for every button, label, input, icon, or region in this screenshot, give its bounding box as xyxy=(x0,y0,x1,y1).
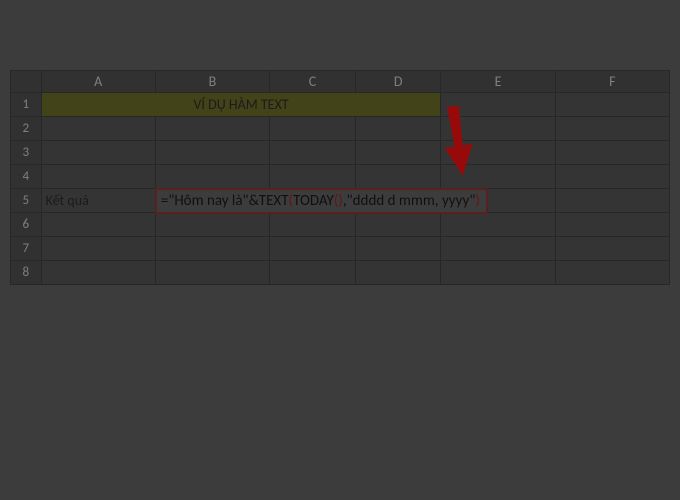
cell-B6[interactable] xyxy=(155,213,269,237)
col-header-F[interactable]: F xyxy=(555,71,669,93)
cell-C4[interactable] xyxy=(270,165,356,189)
row-header-8[interactable]: 8 xyxy=(11,261,42,285)
cell-F3[interactable] xyxy=(555,141,669,165)
cell-A2[interactable] xyxy=(41,117,155,141)
cell-C6[interactable] xyxy=(270,213,356,237)
cell-B2[interactable] xyxy=(155,117,269,141)
cell-E7[interactable] xyxy=(441,237,555,261)
cell-C3[interactable] xyxy=(270,141,356,165)
cell-A7[interactable] xyxy=(41,237,155,261)
row-header-4[interactable]: 4 xyxy=(11,165,42,189)
column-header-row: A B C D E F xyxy=(11,71,670,93)
col-header-C[interactable]: C xyxy=(270,71,356,93)
cell-B7[interactable] xyxy=(155,237,269,261)
select-all-corner[interactable] xyxy=(11,71,42,93)
cell-D3[interactable] xyxy=(355,141,441,165)
cell-B3[interactable] xyxy=(155,141,269,165)
cell-F5[interactable] xyxy=(555,189,669,213)
cell-C8[interactable] xyxy=(270,261,356,285)
col-header-E[interactable]: E xyxy=(441,71,555,93)
cell-D6[interactable] xyxy=(355,213,441,237)
cell-C2[interactable] xyxy=(270,117,356,141)
cell-E8[interactable] xyxy=(441,261,555,285)
row-4: 4 xyxy=(11,165,670,189)
cell-D4[interactable] xyxy=(355,165,441,189)
col-header-D[interactable]: D xyxy=(355,71,441,93)
col-header-B[interactable]: B xyxy=(155,71,269,93)
cell-A6[interactable] xyxy=(41,213,155,237)
cell-D8[interactable] xyxy=(355,261,441,285)
cell-B8[interactable] xyxy=(155,261,269,285)
cell-A4[interactable] xyxy=(41,165,155,189)
row-2: 2 xyxy=(11,117,670,141)
formula-editor[interactable]: ="Hôm nay là"&TEXT(TODAY(),"dddd d mmm, … xyxy=(155,188,488,214)
cell-title-merged[interactable]: VÍ DỤ HÀM TEXT xyxy=(41,93,441,117)
row-header-5[interactable]: 5 xyxy=(11,189,42,213)
formula-token: ,"dddd d mmm, yyyy" xyxy=(343,192,475,210)
spreadsheet-grid[interactable]: A B C D E F 1 VÍ DỤ HÀM TEXT 2 3 xyxy=(10,70,670,285)
cell-E6[interactable] xyxy=(441,213,555,237)
cell-F6[interactable] xyxy=(555,213,669,237)
row-5: 5 Kết quả ="Hôm nay là"&TEXT(TODAY(),"dd… xyxy=(11,189,670,213)
cell-A5[interactable]: Kết quả xyxy=(41,189,155,213)
formula-token-paren: ) xyxy=(475,192,480,210)
formula-token: ="Hôm nay là"&TEXT xyxy=(161,192,289,210)
cell-F8[interactable] xyxy=(555,261,669,285)
cell-D7[interactable] xyxy=(355,237,441,261)
cell-F2[interactable] xyxy=(555,117,669,141)
cell-F7[interactable] xyxy=(555,237,669,261)
formula-token-paren: () xyxy=(334,192,343,210)
cell-F4[interactable] xyxy=(555,165,669,189)
cell-F1[interactable] xyxy=(555,93,669,117)
annotation-arrow-icon xyxy=(442,106,476,178)
row-6: 6 xyxy=(11,213,670,237)
row-header-1[interactable]: 1 xyxy=(11,93,42,117)
row-header-2[interactable]: 2 xyxy=(11,117,42,141)
row-3: 3 xyxy=(11,141,670,165)
row-header-7[interactable]: 7 xyxy=(11,237,42,261)
row-header-6[interactable]: 6 xyxy=(11,213,42,237)
cell-A8[interactable] xyxy=(41,261,155,285)
cell-B5[interactable]: ="Hôm nay là"&TEXT(TODAY(),"dddd d mmm, … xyxy=(155,189,269,213)
formula-token: TODAY xyxy=(293,192,334,210)
cell-A3[interactable] xyxy=(41,141,155,165)
row-header-3[interactable]: 3 xyxy=(11,141,42,165)
cell-D2[interactable] xyxy=(355,117,441,141)
spreadsheet-area: A B C D E F 1 VÍ DỤ HÀM TEXT 2 3 xyxy=(10,70,670,285)
cell-C7[interactable] xyxy=(270,237,356,261)
col-header-A[interactable]: A xyxy=(41,71,155,93)
row-8: 8 xyxy=(11,261,670,285)
row-1: 1 VÍ DỤ HÀM TEXT xyxy=(11,93,670,117)
cell-B4[interactable] xyxy=(155,165,269,189)
row-7: 7 xyxy=(11,237,670,261)
